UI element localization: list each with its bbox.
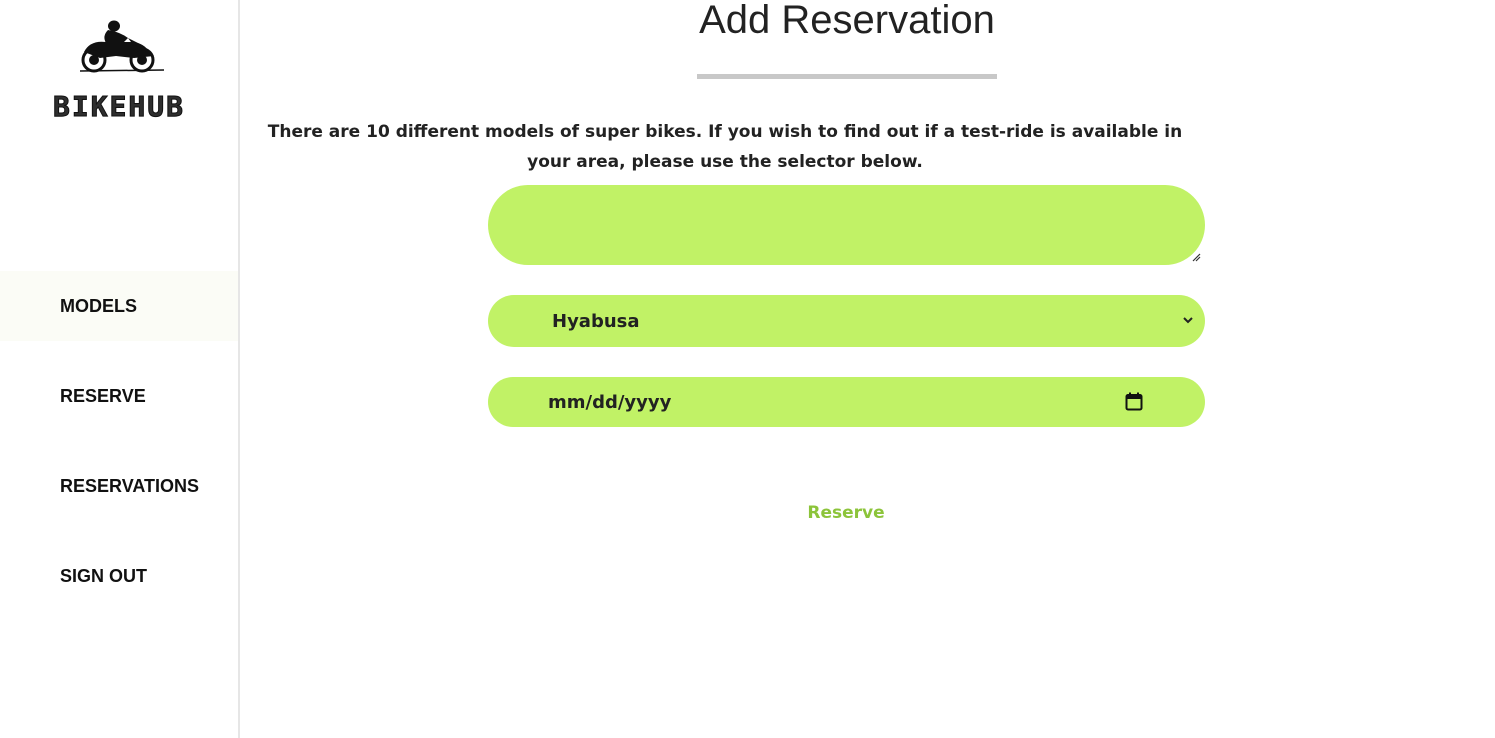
motorcycle-rider-icon: [79, 20, 165, 73]
sidebar-nav: MODELS RESERVE RESERVATIONS SIGN OUT: [0, 271, 238, 631]
details-textarea[interactable]: [488, 185, 1205, 265]
sidebar-item-sign-out[interactable]: SIGN OUT: [0, 541, 238, 611]
sidebar-item-reserve[interactable]: RESERVE: [0, 361, 238, 431]
chevron-down-icon: [1183, 317, 1193, 324]
sidebar-item-models[interactable]: MODELS: [0, 271, 238, 341]
brand-name: BIKEHUB: [52, 90, 185, 124]
model-select-value: Hyabusa: [552, 310, 640, 332]
intro-text: There are 10 different models of super b…: [267, 122, 1183, 172]
sidebar-item-reservations[interactable]: RESERVATIONS: [0, 451, 238, 521]
page-title: Add Reservation: [699, 0, 995, 42]
title-underline: [697, 74, 997, 79]
main-content: Add Reservation There are 10 different m…: [240, 0, 1495, 738]
calendar-icon[interactable]: [1125, 392, 1143, 411]
reserve-button[interactable]: Reserve: [796, 500, 896, 526]
sidebar: BIKEHUB MODELS RESERVE RESERVATIONS SIGN…: [0, 0, 240, 738]
logo[interactable]: BIKEHUB: [0, 10, 238, 130]
date-input[interactable]: mm/dd/yyyy: [488, 377, 1205, 427]
model-select[interactable]: Hyabusa: [488, 295, 1205, 347]
date-placeholder: mm/dd/yyyy: [548, 391, 672, 413]
resize-grip-icon[interactable]: [1191, 252, 1201, 262]
